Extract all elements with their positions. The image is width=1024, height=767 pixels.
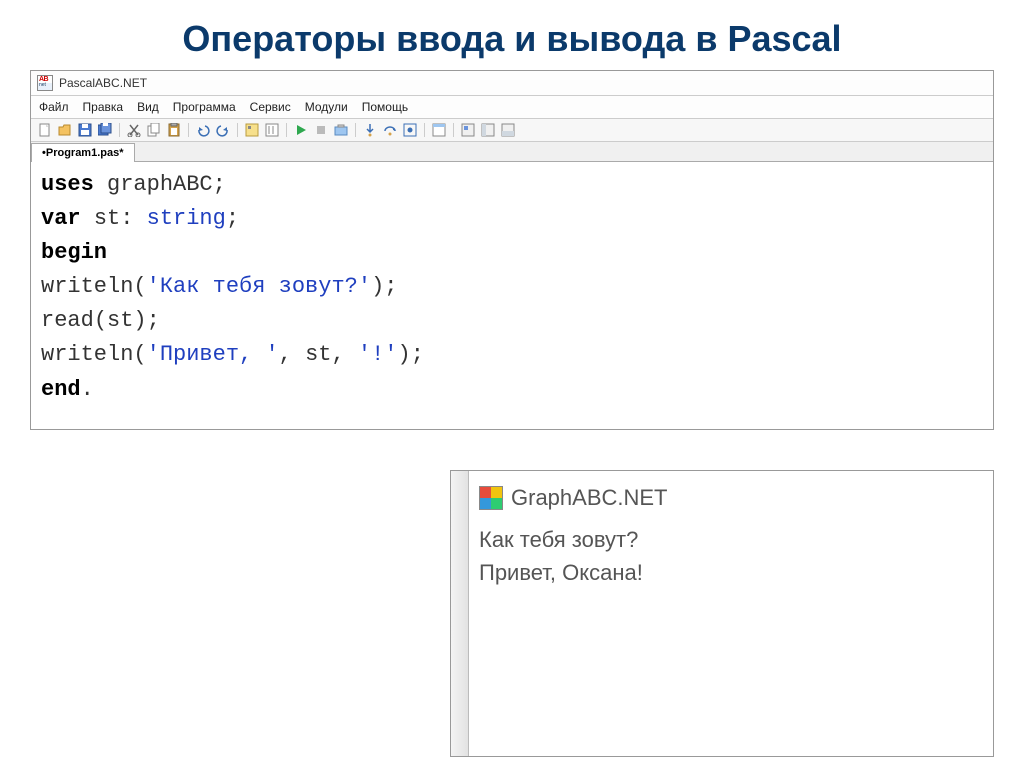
rparen: ) xyxy=(133,308,146,333)
semicolon: ; xyxy=(411,342,424,367)
semicolon: ; xyxy=(384,274,397,299)
copy-icon[interactable] xyxy=(146,122,162,138)
semicolon: ; xyxy=(213,172,226,197)
keyword-var: var xyxy=(41,206,81,231)
rparen: ) xyxy=(371,274,384,299)
code-line: writeln('Как тебя зовут?'); xyxy=(41,270,983,304)
save-all-icon[interactable] xyxy=(97,122,113,138)
module-icon[interactable] xyxy=(264,122,280,138)
compile-icon[interactable] xyxy=(333,122,349,138)
code-line: uses graphABC; xyxy=(41,168,983,202)
output-side-strip xyxy=(451,471,469,756)
toolbar-separator xyxy=(119,123,120,137)
keyword-uses: uses xyxy=(41,172,94,197)
editor-tab[interactable]: •Program1.pas* xyxy=(31,143,135,162)
code-line: begin xyxy=(41,236,983,270)
lparen: ( xyxy=(133,274,146,299)
app-title: PascalABC.NET xyxy=(59,76,147,90)
comma: , xyxy=(331,342,344,367)
lparen: ( xyxy=(133,342,146,367)
tab-strip: •Program1.pas* xyxy=(31,142,993,162)
fn-writeln: writeln xyxy=(41,342,133,367)
identifier-st: st xyxy=(94,206,120,231)
graphabc-icon xyxy=(479,486,503,510)
toolbar-separator xyxy=(188,123,189,137)
ide-window: AB net PascalABC.NET Файл Правка Вид Про… xyxy=(30,70,994,430)
toolbar xyxy=(31,119,993,142)
toolbar-separator xyxy=(424,123,425,137)
output-window: GraphABC.NET Как тебя зовут? Привет, Окс… xyxy=(450,470,994,757)
undo-icon[interactable] xyxy=(195,122,211,138)
code-line: writeln('Привет, ', st, '!'); xyxy=(41,338,983,372)
fn-writeln: writeln xyxy=(41,274,133,299)
output-header: GraphABC.NET xyxy=(479,485,983,511)
colon: : xyxy=(120,206,133,231)
menu-bar: Файл Правка Вид Программа Сервис Модули … xyxy=(31,96,993,119)
title-bar: AB net PascalABC.NET xyxy=(31,71,993,96)
semicolon: ; xyxy=(147,308,160,333)
lparen: ( xyxy=(94,308,107,333)
code-editor[interactable]: uses graphABC; var st: string; begin wri… xyxy=(31,162,993,429)
cut-icon[interactable] xyxy=(126,122,142,138)
keyword-end: end xyxy=(41,377,81,402)
rparen: ) xyxy=(397,342,410,367)
menu-service[interactable]: Сервис xyxy=(250,100,291,114)
save-icon[interactable] xyxy=(77,122,93,138)
string-literal: 'Как тебя зовут?' xyxy=(147,274,371,299)
menu-modules[interactable]: Модули xyxy=(305,100,348,114)
redo-icon[interactable] xyxy=(215,122,231,138)
toolbar-separator xyxy=(237,123,238,137)
keyword-begin: begin xyxy=(41,240,107,265)
output-line: Привет, Оксана! xyxy=(479,556,983,589)
new-file-icon[interactable] xyxy=(37,122,53,138)
step-over-icon[interactable] xyxy=(382,122,398,138)
properties-icon[interactable] xyxy=(244,122,260,138)
run-icon[interactable] xyxy=(293,122,309,138)
stop-icon[interactable] xyxy=(313,122,329,138)
semicolon: ; xyxy=(226,206,239,231)
output-panel-icon[interactable] xyxy=(500,122,516,138)
fn-read: read xyxy=(41,308,94,333)
type-string: string xyxy=(147,206,226,231)
comma: , xyxy=(279,342,292,367)
toolbar-separator xyxy=(286,123,287,137)
toolbar-separator xyxy=(355,123,356,137)
string-literal: '!' xyxy=(358,342,398,367)
modules-panel-icon[interactable] xyxy=(480,122,496,138)
form-designer-icon[interactable] xyxy=(460,122,476,138)
menu-view[interactable]: Вид xyxy=(137,100,159,114)
string-literal: 'Привет, ' xyxy=(147,342,279,367)
slide-title: Операторы ввода и вывода в Pascal xyxy=(0,0,1024,70)
output-content: GraphABC.NET Как тебя зовут? Привет, Окс… xyxy=(469,471,993,756)
app-icon: AB net xyxy=(37,75,53,91)
code-line: end. xyxy=(41,373,983,407)
code-line: read(st); xyxy=(41,304,983,338)
menu-help[interactable]: Помощь xyxy=(362,100,408,114)
menu-file[interactable]: Файл xyxy=(39,100,69,114)
output-line: Как тебя зовут? xyxy=(479,523,983,556)
step-into-icon[interactable] xyxy=(362,122,378,138)
identifier-graphabc: graphABC xyxy=(107,172,213,197)
breakpoint-toggle-icon[interactable] xyxy=(402,122,418,138)
paste-icon[interactable] xyxy=(166,122,182,138)
window-icon[interactable] xyxy=(431,122,447,138)
code-line: var st: string; xyxy=(41,202,983,236)
identifier-st: st xyxy=(107,308,133,333)
output-title: GraphABC.NET xyxy=(511,485,668,511)
menu-edit[interactable]: Правка xyxy=(83,100,124,114)
toolbar-separator xyxy=(453,123,454,137)
menu-program[interactable]: Программа xyxy=(173,100,236,114)
identifier-st: st xyxy=(305,342,331,367)
open-file-icon[interactable] xyxy=(57,122,73,138)
dot: . xyxy=(81,377,94,402)
